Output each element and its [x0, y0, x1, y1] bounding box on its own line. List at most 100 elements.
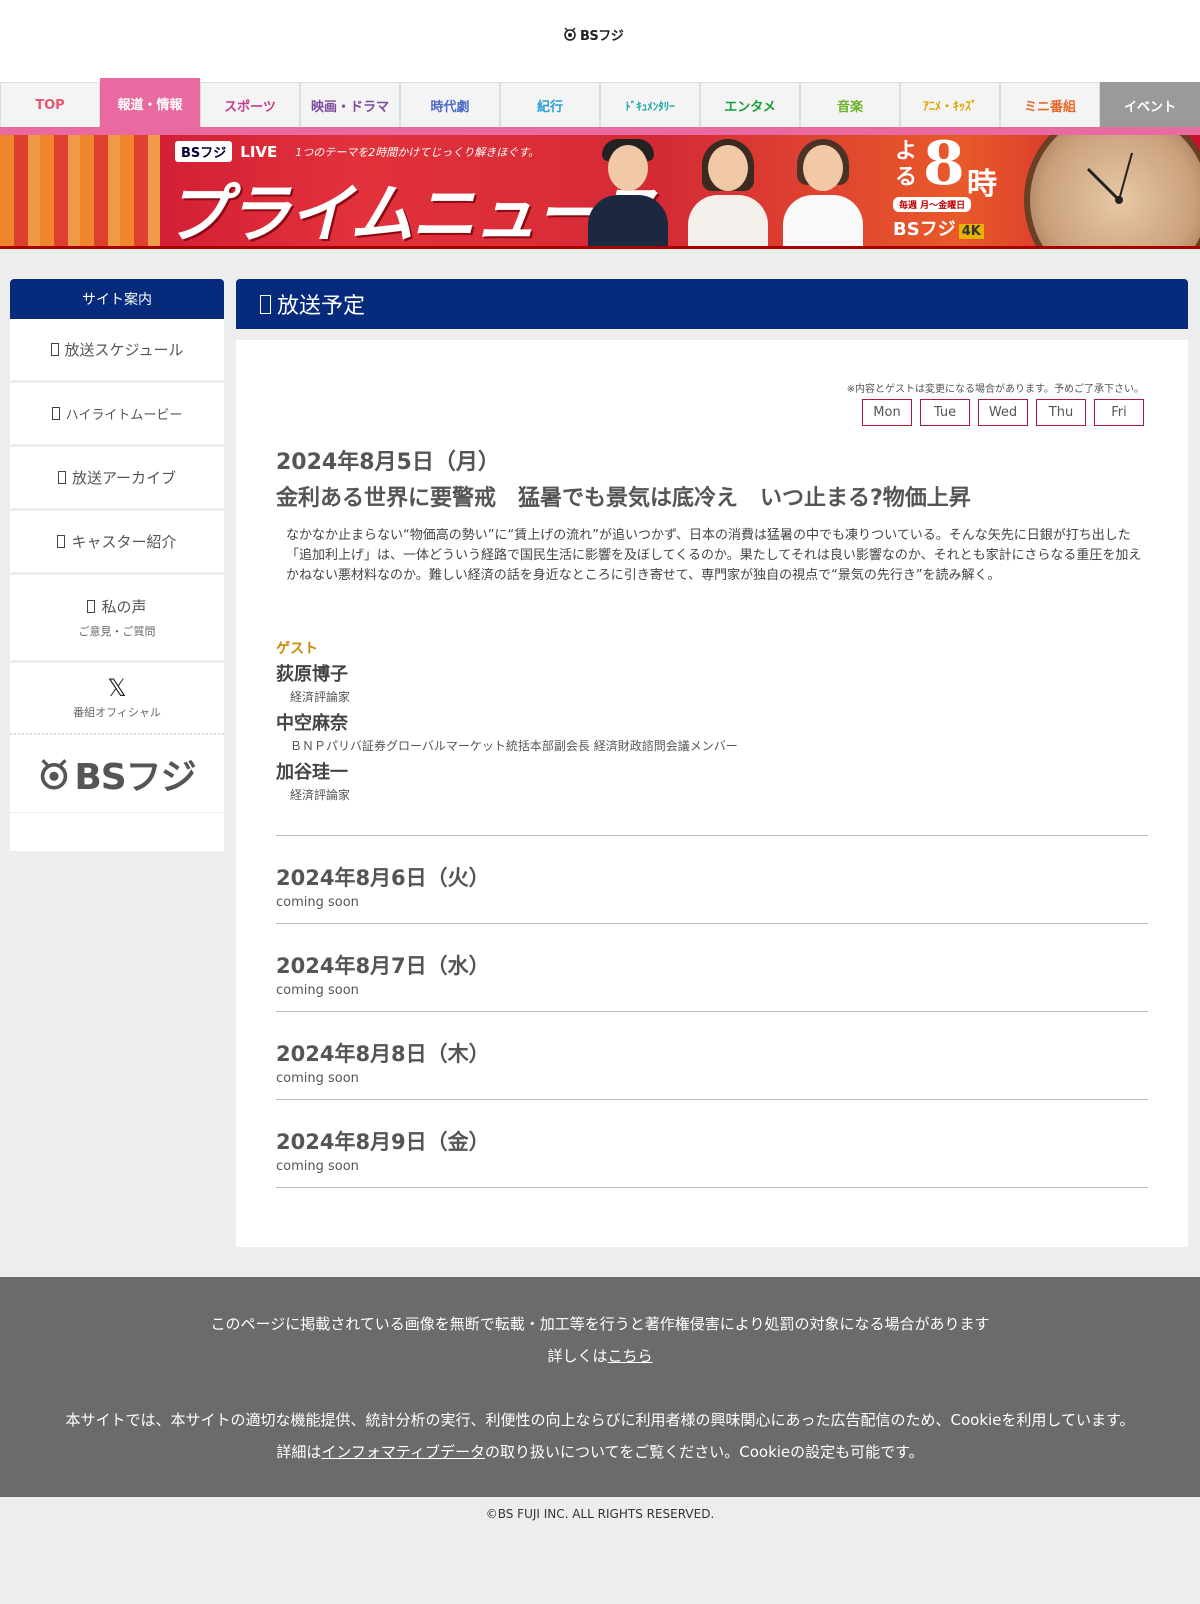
day-button-thu[interactable]: Thu: [1036, 399, 1086, 426]
genre-nav: TOP 報道・情報 スポーツ 映画・ドラマ 時代劇 紀行 ﾄﾞｷｭﾒﾝﾀﾘｰ エ…: [0, 78, 1200, 140]
banner-live: LIVE: [240, 142, 278, 161]
channel-name: BSフジ: [893, 219, 956, 240]
logo-text: BSフジ: [580, 28, 624, 44]
informative-data-link[interactable]: インフォマティブデータ: [321, 1443, 485, 1461]
guest-name: 加谷珪一: [276, 762, 348, 783]
tab-travel[interactable]: 紀行: [500, 82, 600, 128]
site-footer: このページに掲載されている画像を無断で転載・加工等を行うと著作権侵害により処罰の…: [0, 1277, 1200, 1497]
guest-name: 荻原博子: [276, 664, 348, 685]
guest-role: 経済評論家: [290, 690, 351, 704]
caster-photo: [580, 139, 676, 246]
sidebar-item-highlight[interactable]: ハイライトムービー: [10, 383, 224, 447]
episode-divider: [276, 1011, 1148, 1012]
episode-date: 2024年8月8日（木）: [276, 1042, 490, 1066]
sidebar-item-label: キャスター紹介: [71, 533, 177, 551]
prime-news-banner: BSフジ LIVE 1つのテーマを2時間かけてじっくり解きほぐす。 プライムニュ…: [0, 135, 1200, 249]
time-number: 8: [923, 135, 965, 199]
city-illustration: [0, 135, 160, 246]
clock-illustration: [1024, 135, 1200, 246]
sidebar-item-x-official[interactable]: 𝕏 番組オフィシャル: [10, 663, 224, 735]
episode-divider: [276, 1099, 1148, 1100]
tab-music[interactable]: 音楽: [800, 82, 900, 128]
tab-label: TOP: [35, 98, 65, 113]
tab-label: 映画・ドラマ: [310, 100, 389, 115]
tab-documentary[interactable]: ﾄﾞｷｭﾒﾝﾀﾘｰ: [600, 82, 700, 128]
schedule-icon: [50, 343, 59, 356]
banner-tagline: 1つのテーマを2時間かけてじっくり解きほぐす。: [295, 145, 540, 159]
sidebar-item-label: 放送アーカイブ: [71, 469, 177, 487]
sidebar-item-archive[interactable]: 放送アーカイブ: [10, 447, 224, 511]
banner-schedule: 毎週 月～金曜日: [893, 197, 972, 212]
site-header: BSフジ: [0, 0, 1200, 80]
guest-role: ＢＮＰパリバ証券グローバルマーケット統括本部副会長 経済財政諮問会議メンバー: [290, 739, 738, 753]
bs-fuji-eye-icon: [41, 758, 68, 790]
tab-label: エンタメ: [724, 100, 776, 115]
sidebar-item-casters[interactable]: キャスター紹介: [10, 511, 224, 575]
sidebar-bs-fuji-logo[interactable]: BSフジ: [10, 735, 224, 813]
x-icon: 𝕏: [107, 674, 127, 702]
tab-top[interactable]: TOP: [0, 82, 100, 128]
episode-status: coming soon: [276, 983, 359, 998]
episode-date: 2024年8月9日（金）: [276, 1130, 490, 1154]
logo-text: BSフジ: [74, 756, 196, 798]
cookie-notice: 本サイトでは、本サイトの適切な機能提供、統計分析の実行、利便性の向上ならびに利用…: [65, 1411, 1135, 1429]
banner-live-header: BSフジ LIVE 1つのテーマを2時間かけてじっくり解きほぐす。: [175, 141, 539, 162]
cookie-suffix: の取り扱いについてをご覧ください。Cookieの設定も可能です。: [485, 1443, 924, 1461]
tab-news[interactable]: 報道・情報: [100, 78, 200, 140]
banner-bs-logo: BSフジ: [175, 141, 233, 162]
sidebar-item-sublabel: 番組オフィシャル: [73, 706, 161, 719]
episode-divider: [276, 923, 1148, 924]
tab-mini-programs[interactable]: ミニ番組: [1000, 82, 1100, 128]
day-button-mon[interactable]: Mon: [862, 399, 912, 426]
mail-icon: [87, 600, 96, 613]
sidebar-item-label: ハイライトムービー: [65, 408, 183, 423]
clock-hands-icon: [1086, 152, 1133, 204]
nav-underline: [0, 127, 1200, 135]
sidebar-item-schedule[interactable]: 放送スケジュール: [10, 319, 224, 383]
day-selector: Mon Tue Wed Thu Fri: [862, 399, 1144, 426]
tab-label: ｱﾆﾒ・ｷｯｽﾞ: [922, 99, 977, 113]
schedule-panel: ※内容とゲストは変更になる場合があります。予めご了承下さい。 Mon Tue W…: [236, 340, 1188, 1247]
day-button-wed[interactable]: Wed: [978, 399, 1028, 426]
main-heading-text: 放送予定: [277, 294, 366, 319]
cookie-details-line: 詳細はインフォマティブデータの取り扱いについてをご覧ください。Cookieの設定…: [0, 1441, 1200, 1462]
tab-label: 紀行: [536, 100, 563, 115]
day-button-tue[interactable]: Tue: [920, 399, 970, 426]
bs-fuji-logo[interactable]: BSフジ: [563, 24, 624, 44]
tab-label: 時代劇: [430, 100, 470, 115]
tab-jidaigeki[interactable]: 時代劇: [400, 82, 500, 128]
caster-photo: [680, 139, 776, 246]
details-prefix: 詳しくは: [547, 1347, 608, 1365]
day-button-fri[interactable]: Fri: [1094, 399, 1144, 426]
episode-status: coming soon: [276, 1071, 359, 1086]
guest-heading: ゲスト: [276, 641, 318, 657]
caster-photo: [775, 139, 871, 246]
tab-label: ミニ番組: [1023, 100, 1076, 115]
tab-label: 報道・情報: [117, 98, 183, 113]
tab-entertainment[interactable]: エンタメ: [700, 82, 800, 128]
caster-icon: [57, 535, 66, 548]
tab-anime-kids[interactable]: ｱﾆﾒ・ｷｯｽﾞ: [900, 82, 1000, 128]
copyright: ©BS FUJI INC. ALL RIGHTS RESERVED.: [485, 1507, 715, 1521]
movie-icon: [51, 407, 60, 420]
episode-divider: [276, 1187, 1148, 1188]
cookie-prefix: 詳細は: [276, 1443, 322, 1461]
tab-event[interactable]: イベント: [1100, 82, 1200, 128]
sidebar-item-label: 放送スケジュール: [64, 341, 184, 359]
guest-name: 中空麻奈: [276, 713, 348, 734]
tab-sports[interactable]: スポーツ: [200, 82, 300, 128]
banner-channel: BSフジ 4K: [893, 215, 984, 241]
details-link[interactable]: こちら: [608, 1347, 653, 1365]
change-notice: ※内容とゲストは変更になる場合があります。予めご了承下さい。: [846, 384, 1144, 395]
episode-status: coming soon: [276, 895, 359, 910]
tab-movie-drama[interactable]: 映画・ドラマ: [300, 82, 400, 128]
sidebar-item-voice[interactable]: 私の声 ご意見・ご質問: [10, 575, 224, 663]
channel-4k: 4K: [958, 224, 984, 239]
archive-icon: [57, 471, 66, 484]
tab-label: スポーツ: [224, 100, 276, 115]
copyright-notice: このページに掲載されている画像を無断で転載・加工等を行うと著作権侵害により処罰の…: [210, 1315, 990, 1333]
bs-fuji-eye-icon: [564, 27, 576, 41]
episode-title: 金利ある世界に要警戒 猛暑でも景気は底冷え いつ止まる?物価上昇: [276, 486, 971, 511]
episode-divider: [276, 835, 1148, 836]
episode-status: coming soon: [276, 1159, 359, 1174]
